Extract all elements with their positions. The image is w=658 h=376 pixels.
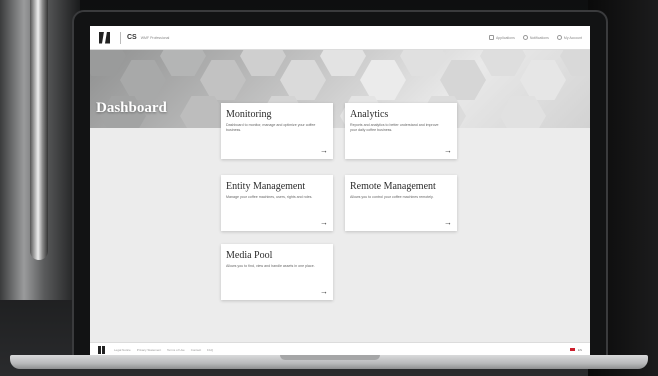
footer-link-terms-of-use[interactable]: Terms of Use	[167, 348, 185, 352]
card-title: Remote Management	[350, 181, 436, 192]
banner-hexagon	[200, 60, 246, 100]
card-description: Allows you to find, view and handle asse…	[226, 264, 315, 268]
banner-hexagon	[280, 60, 326, 100]
header-link-label: Applications	[495, 35, 515, 40]
laptop-base	[10, 355, 648, 369]
arrow-right-icon[interactable]: →	[320, 147, 328, 155]
card-entity-management[interactable]: Entity Management Manage your coffee mac…	[221, 175, 333, 231]
arrow-right-icon[interactable]: →	[444, 147, 452, 155]
footer-link-legal-notice[interactable]: Legal Notice	[114, 348, 131, 352]
header-link-my-account[interactable]: My Account	[556, 35, 582, 40]
page-title: Dashboard	[96, 100, 167, 116]
card-title: Analytics	[350, 109, 389, 120]
arrow-right-icon[interactable]: →	[444, 219, 452, 227]
card-media-pool[interactable]: Media Pool Allows you to find, view and …	[221, 244, 333, 300]
banner-hexagon	[560, 50, 590, 76]
logo-divider	[120, 31, 121, 44]
language-selector[interactable]: EN	[569, 347, 582, 352]
card-description: Manage your coffee machines, users, righ…	[226, 195, 313, 199]
arrow-right-icon[interactable]: →	[320, 288, 328, 296]
footer-links: Legal Notice Privacy Statement Terms of …	[114, 348, 213, 352]
banner-hexagon	[440, 60, 486, 100]
flag-icon	[569, 347, 575, 352]
user-icon	[556, 35, 562, 40]
header-links: Applications Notifications My Account	[488, 35, 582, 40]
footer-link-faq[interactable]: FAQ	[207, 348, 213, 352]
banner-hexagon	[320, 50, 366, 76]
header-link-applications[interactable]: Applications	[488, 35, 515, 40]
card-title: Media Pool	[226, 250, 273, 261]
header-link-notifications[interactable]: Notifications	[522, 35, 549, 40]
banner-hexagon	[400, 50, 446, 76]
card-analytics[interactable]: Analytics Reports and analytics to bette…	[345, 103, 457, 159]
footer-link-contact[interactable]: Contact	[191, 348, 201, 352]
language-label: EN	[577, 347, 582, 352]
background-steam-wand	[30, 0, 48, 260]
banner-hexagon	[360, 60, 406, 100]
banner-hexagon	[500, 96, 546, 128]
card-title: Entity Management	[226, 181, 306, 192]
card-description: Reports and analytics to better understa…	[350, 123, 439, 132]
banner-hexagon	[480, 50, 526, 76]
header-link-label: Notifications	[529, 35, 549, 40]
banner-hexagon	[240, 50, 286, 76]
hexagon-banner: Dashboard	[90, 50, 590, 128]
brand-subtitle: WMF Professional	[140, 35, 170, 40]
grid-icon	[488, 35, 494, 40]
footer-link-privacy-statement[interactable]: Privacy Statement	[137, 348, 161, 352]
banner-hexagon	[180, 96, 226, 128]
header-link-label: My Account	[563, 35, 582, 40]
laptop-base-notch	[280, 355, 380, 360]
laptop-screen: CS WMF Professional Applications Notific…	[90, 26, 590, 356]
card-description: Dashboard to monitor, manage and optimiz…	[226, 123, 316, 132]
arrow-right-icon[interactable]: →	[320, 219, 328, 227]
wmf-footer-logo-icon	[98, 345, 106, 354]
banner-hexagon	[160, 50, 206, 76]
bell-icon	[522, 35, 528, 40]
banner-hexagon	[90, 50, 126, 76]
card-description: Allows you to control your coffee machin…	[350, 195, 434, 199]
app-footer: Legal Notice Privacy Statement Terms of …	[90, 342, 590, 356]
banner-hexagon	[120, 60, 166, 100]
app-header: CS WMF Professional Applications Notific…	[90, 26, 590, 50]
banner-hexagon	[520, 60, 566, 100]
card-remote-management[interactable]: Remote Management Allows you to control …	[345, 175, 457, 231]
brand-name: CS	[127, 34, 137, 41]
wmf-logo-icon[interactable]	[98, 32, 112, 44]
card-title: Monitoring	[226, 109, 272, 120]
card-monitoring[interactable]: Monitoring Dashboard to monitor, manage …	[221, 103, 333, 159]
laptop-bezel: CS WMF Professional Applications Notific…	[72, 10, 608, 357]
